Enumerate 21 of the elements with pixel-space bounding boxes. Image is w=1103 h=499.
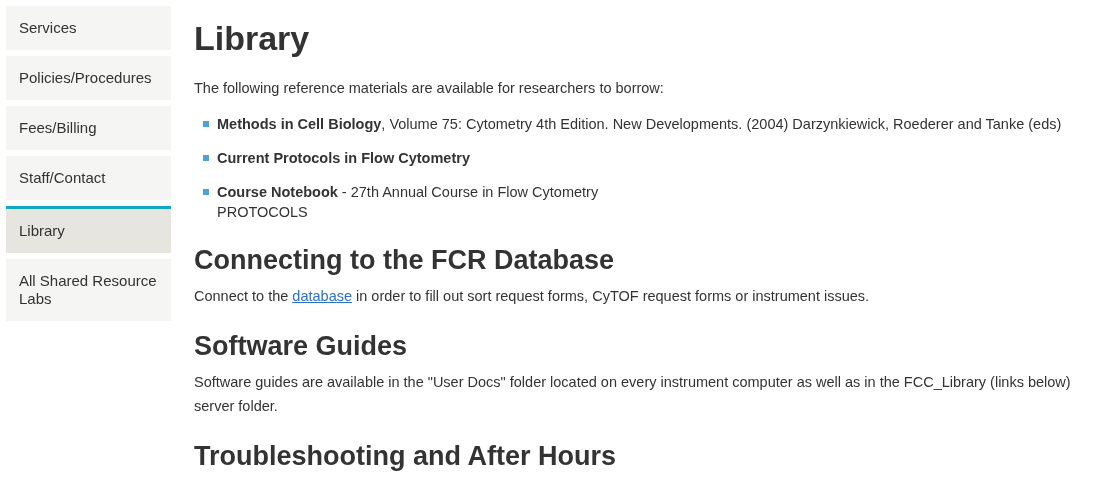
reference-text: Course Notebook - 27th Annual Course in Flow Cytometry bbox=[217, 183, 599, 202]
bullet-icon bbox=[203, 189, 209, 195]
bullet-icon bbox=[203, 121, 209, 127]
reference-text: Current Protocols in Flow Cytometry bbox=[217, 149, 470, 168]
section-heading: Troubleshooting and After Hours bbox=[194, 440, 617, 472]
sidebar-item[interactable]: Policies/Procedures bbox=[6, 56, 171, 100]
section-text: Software guides are available in the "User Docs" folder located on every instrument computer as well as in the FCC_Library (links below) server folder. bbox=[194, 373, 1072, 416]
database-link[interactable]: database bbox=[292, 288, 352, 304]
sidebar-item[interactable]: Fees/Billing bbox=[6, 106, 171, 150]
section-heading: Connecting to the FCR Database bbox=[194, 244, 616, 276]
sidebar-item[interactable]: All Shared Resource Labs bbox=[6, 259, 171, 321]
reference-note: PROTOCOLS bbox=[217, 203, 309, 222]
section-text: Connect to the database in order to fill out sort request forms, CyTOF request forms or instrument issues. bbox=[194, 287, 871, 306]
reference-text: Methods in Cell Biology, Volume 75: Cytometry 4th Edition. New Developments. (2004) Darzynkiewick, Roederer and Tanke (eds) bbox=[217, 115, 1062, 134]
page-title: Library bbox=[194, 18, 311, 58]
sidebar-item[interactable]: Library bbox=[6, 206, 171, 253]
intro-text: The following reference materials are available for researchers to borrow: bbox=[194, 79, 665, 98]
bullet-icon bbox=[203, 155, 209, 161]
sidebar-item[interactable]: Staff/Contact bbox=[6, 156, 171, 200]
sidebar-item[interactable]: Services bbox=[6, 6, 171, 50]
section-heading: Software Guides bbox=[194, 330, 409, 362]
